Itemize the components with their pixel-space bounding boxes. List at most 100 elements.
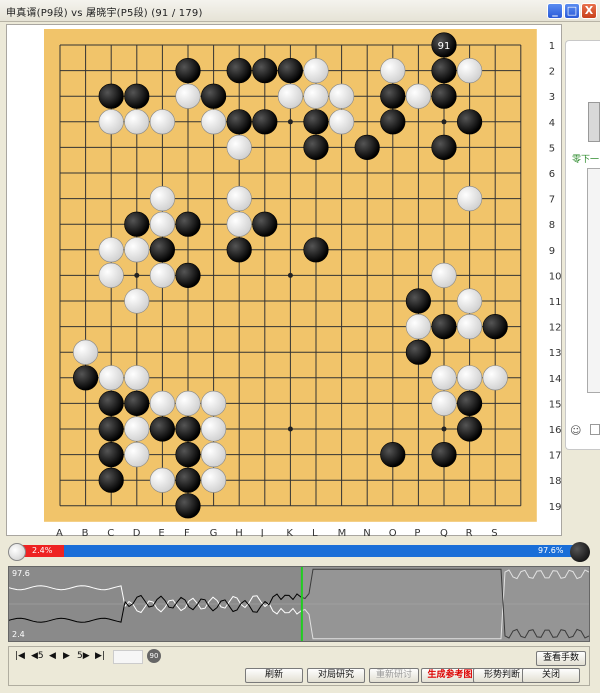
col-label: R [466, 528, 473, 537]
white-stone [124, 416, 150, 442]
winrate-graph[interactable]: 97.6 2.4 [8, 566, 590, 642]
white-stone [149, 262, 175, 288]
black-stone [303, 237, 329, 263]
first-move-button[interactable]: |◀ [15, 651, 25, 661]
black-stone [98, 83, 124, 109]
white-stone [201, 467, 227, 493]
star-point [441, 119, 447, 125]
col-label: M [338, 528, 347, 537]
back-1-button[interactable]: ◀ [49, 651, 56, 661]
black-stone [175, 211, 201, 237]
row-label: 9 [549, 246, 555, 257]
black-stone [457, 416, 483, 442]
review-moves-button[interactable]: 查看手数 [536, 651, 586, 666]
white-stone [201, 442, 227, 468]
black-stone [252, 211, 278, 237]
white-stone [226, 211, 252, 237]
row-label: 17 [549, 451, 562, 462]
col-label: G [210, 528, 218, 537]
image-icon[interactable] [590, 424, 600, 435]
last-move-label: 91 [438, 41, 451, 52]
black-stone [98, 467, 124, 493]
col-label: E [158, 528, 164, 537]
row-label: 18 [549, 476, 562, 487]
last-move-button[interactable]: ▶| [95, 651, 105, 661]
white-stone [431, 365, 457, 391]
black-stone [303, 109, 329, 135]
white-stone [98, 109, 124, 135]
go-board[interactable]: 12345678910111213141516171819A B C D E F G H J K L… [7, 25, 563, 537]
row-label: 2 [549, 67, 555, 78]
white-stone [457, 365, 483, 391]
restudy-button[interactable]: 重新研讨 [369, 668, 419, 683]
col-label: S [491, 528, 497, 537]
black-stone [149, 237, 175, 263]
black-stone [380, 442, 406, 468]
black-stone [405, 339, 431, 365]
white-stone [457, 314, 483, 340]
col-label: Q [440, 528, 448, 537]
col-label: P [414, 528, 420, 537]
black-stone [175, 262, 201, 288]
close-button[interactable]: 关闭 [522, 668, 580, 683]
white-stone [124, 365, 150, 391]
maximize-button[interactable]: □ [564, 3, 580, 19]
white-stone [431, 390, 457, 416]
forward-5-button[interactable]: 5▶ [77, 651, 90, 661]
row-label: 8 [549, 220, 555, 231]
refresh-button[interactable]: 刷新 [245, 668, 303, 683]
graph-top-label: 97.6 [12, 569, 30, 578]
col-label: K [286, 528, 293, 537]
black-stone [98, 390, 124, 416]
forward-1-button[interactable]: ▶ [63, 651, 70, 661]
col-label: H [235, 528, 243, 537]
white-stone [226, 186, 252, 212]
move-input[interactable] [113, 650, 143, 664]
study-button[interactable]: 对局研究 [307, 668, 365, 683]
black-stone [98, 442, 124, 468]
black-stone [431, 314, 457, 340]
side-thumbnail[interactable] [588, 102, 600, 142]
row-label: 16 [549, 425, 562, 436]
white-stone [482, 365, 508, 391]
white-stone [303, 58, 329, 84]
row-label: 12 [549, 323, 562, 334]
black-stone [380, 83, 406, 109]
black-stone [252, 58, 278, 84]
white-stone [457, 186, 483, 212]
black-stone [277, 58, 303, 84]
reference-image-button[interactable]: 生成参考图 [421, 668, 479, 683]
col-label: O [389, 528, 397, 537]
emoji-icon[interactable]: ☺ [570, 424, 581, 437]
white-stone [175, 83, 201, 109]
back-5-button[interactable]: ◀5 [31, 651, 44, 661]
side-list[interactable] [587, 168, 600, 393]
minimize-button[interactable]: _ [547, 3, 563, 19]
white-stone [124, 442, 150, 468]
white-stone [98, 237, 124, 263]
row-label: 13 [549, 348, 562, 359]
white-stone [405, 314, 431, 340]
star-point [287, 119, 293, 125]
black-stone [431, 83, 457, 109]
black-winrate-label: 97.6% [538, 546, 564, 555]
white-stone [98, 365, 124, 391]
white-stone [73, 339, 99, 365]
black-stone [226, 109, 252, 135]
black-stone-icon [570, 542, 590, 562]
black-stone [226, 237, 252, 263]
close-window-button[interactable]: X [581, 3, 597, 19]
winrate-graph-plot [9, 567, 589, 641]
white-stone [175, 390, 201, 416]
row-label: 4 [549, 118, 555, 129]
row-label: 5 [549, 143, 555, 154]
col-label: J [260, 528, 264, 537]
star-point [441, 426, 447, 432]
row-label: 11 [549, 297, 562, 308]
row-label: 10 [549, 271, 562, 282]
row-label: 6 [549, 169, 555, 180]
white-stone [457, 288, 483, 314]
app-window: 申真谞(P9段) vs 屠晓宇(P5段) (91 / 179) _ □ X 12… [0, 0, 600, 693]
star-point [287, 272, 293, 278]
black-stone [457, 390, 483, 416]
